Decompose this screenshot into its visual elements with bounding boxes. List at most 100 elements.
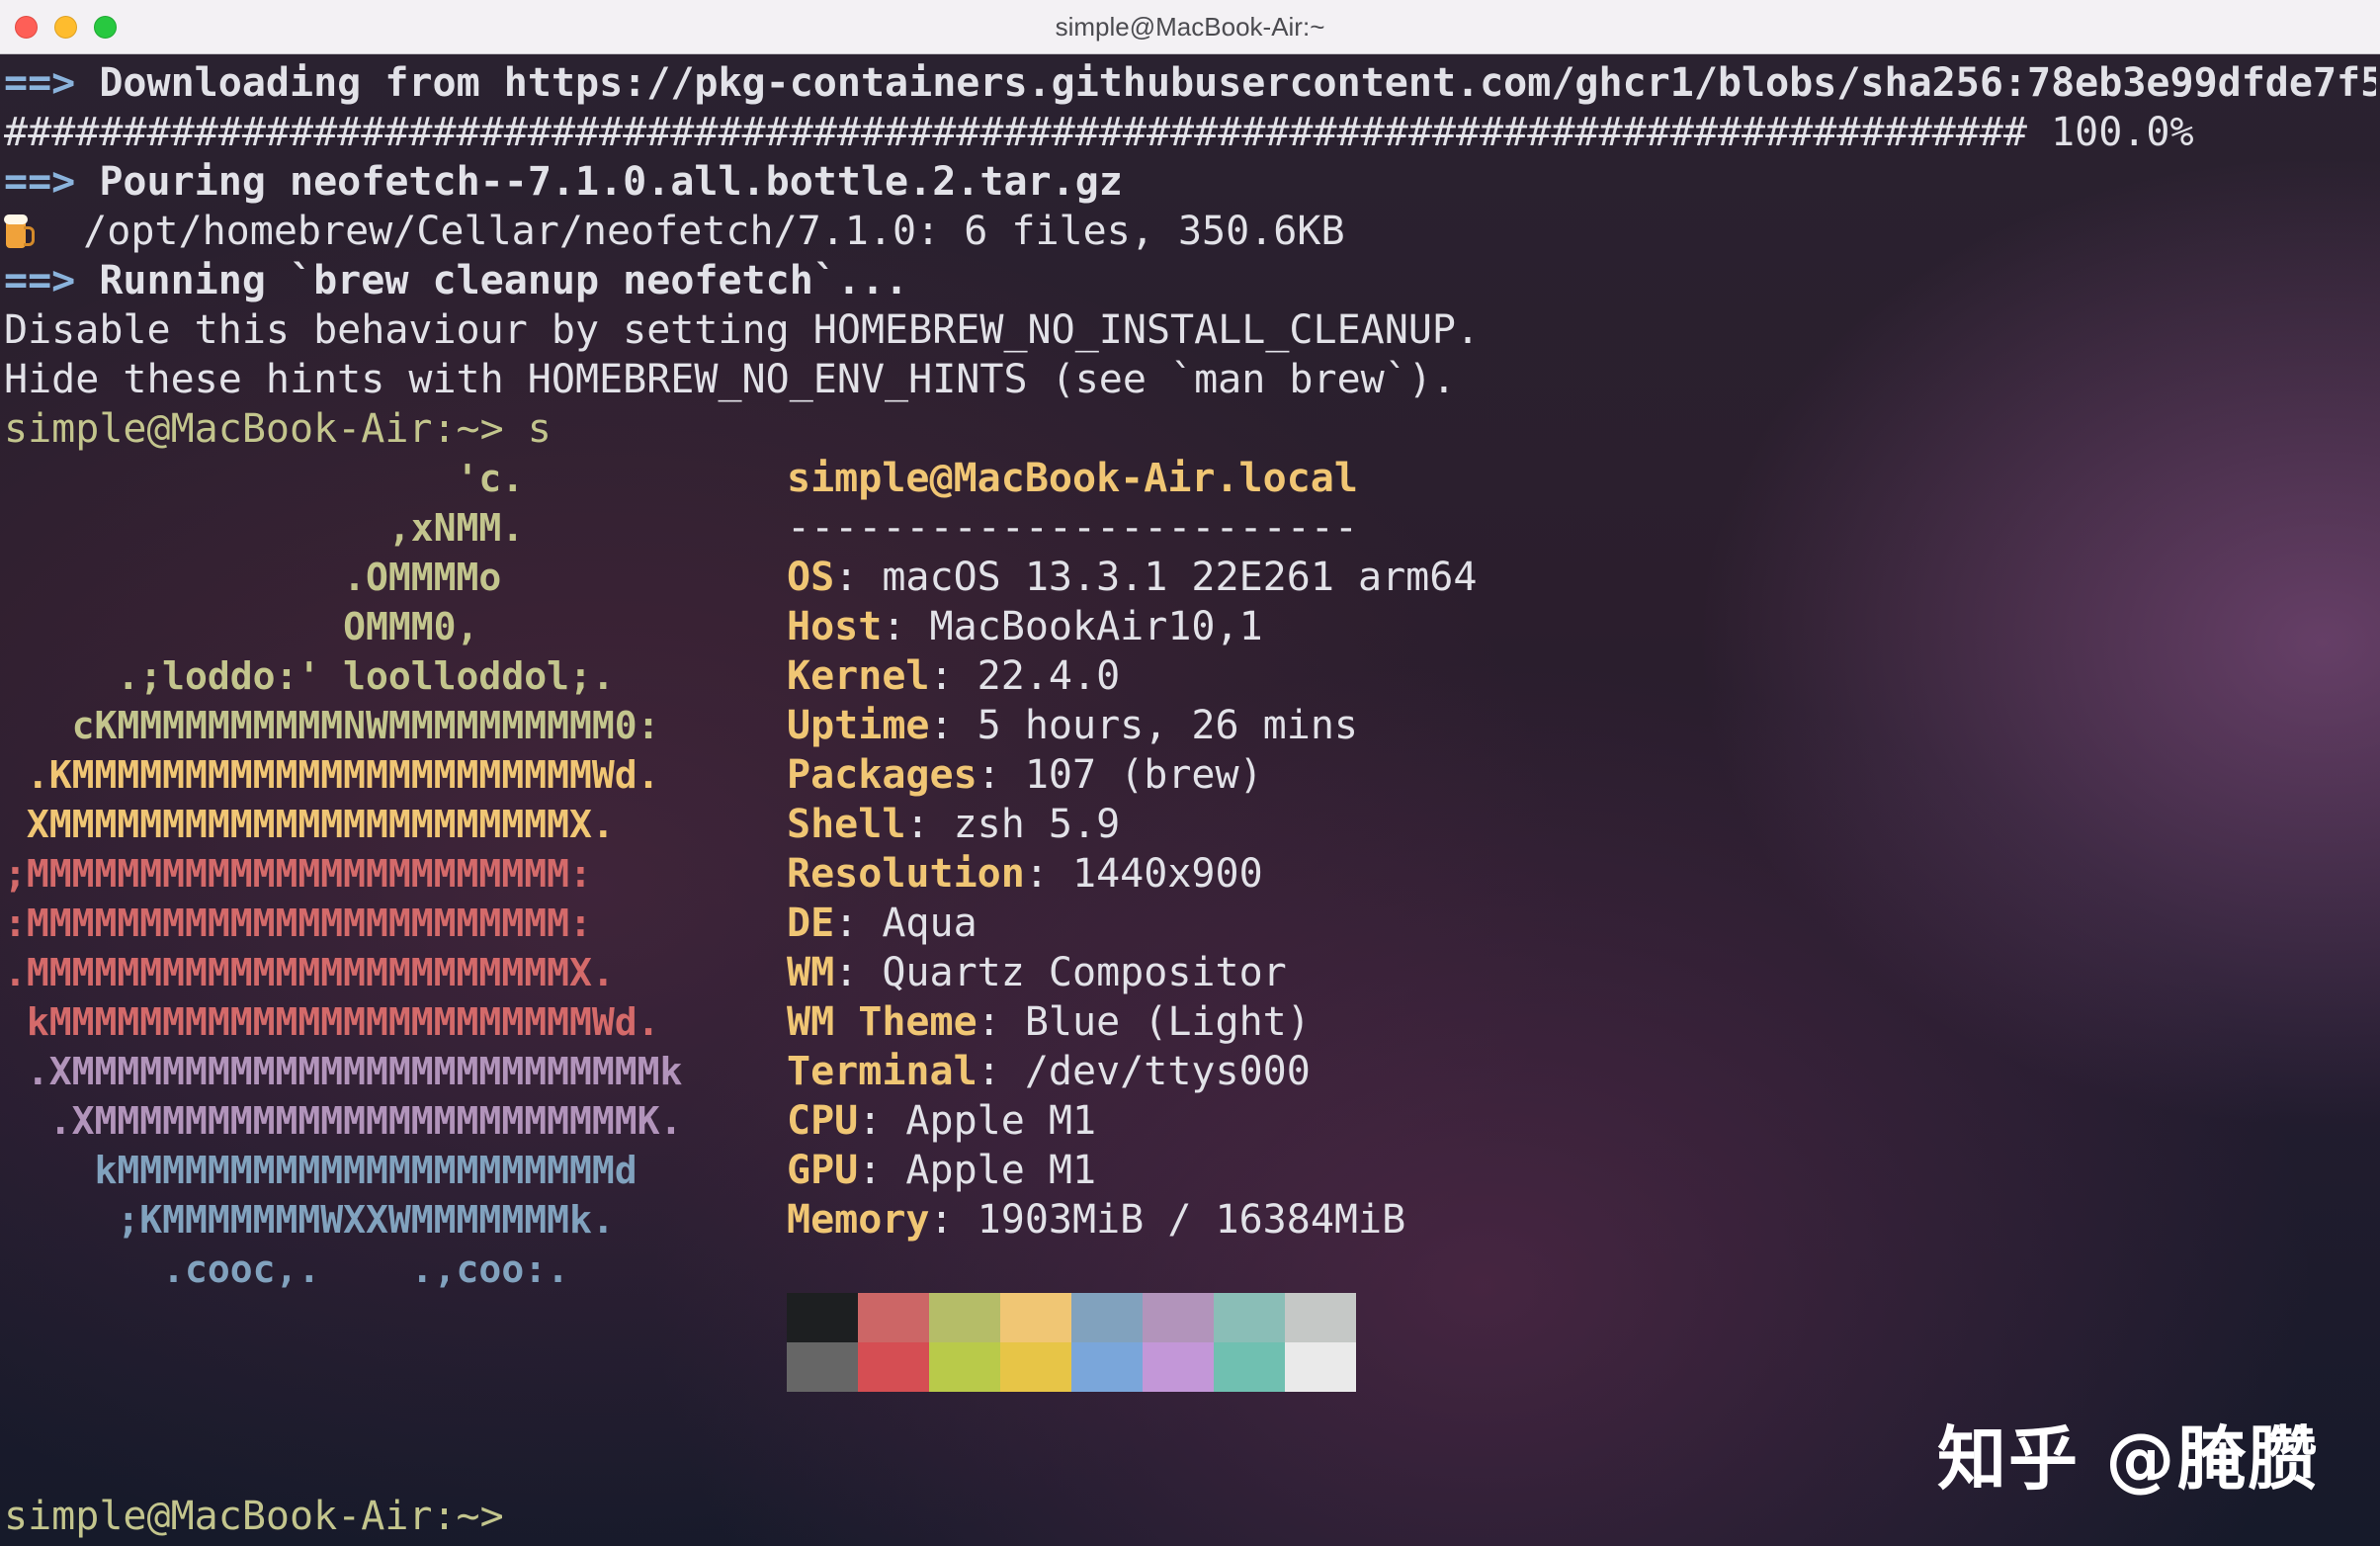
info-value: zsh 5.9 [953,802,1121,847]
info-value: Aqua [882,901,978,946]
info-key: Uptime [787,703,930,748]
shell-prompt-previous: simple@MacBook-Air:~> s [4,406,552,452]
palette-swatch-normal [1143,1293,1214,1342]
neofetch-header-user: simple@MacBook-Air.local [787,454,1775,503]
info-colon: : [858,1148,906,1193]
info-key: Kernel [787,653,930,699]
info-key: Memory [787,1197,930,1243]
pour-text: Pouring neofetch--7.1.0.all.bottle.2.tar… [99,159,1123,205]
info-value: 107 (brew) [1024,752,1263,798]
info-value: 1903MiB / 16384MiB [977,1197,1406,1243]
info-key: WM Theme [787,999,978,1045]
info-colon: : [834,901,883,946]
info-key: Shell [787,802,906,847]
logo-line: .OMMMMo [4,556,502,599]
palette-swatch-bright [1143,1342,1214,1392]
installed-line: /opt/homebrew/Cellar/neofetch/7.1.0: 6 f… [4,207,2376,256]
logo-line: kMMMMMMMMMMMMMMMMMMMMMMMMWd. [4,1000,660,1044]
palette-swatch-normal [858,1293,929,1342]
palette-swatch-bright [929,1342,1000,1392]
progress-bar-line: ########################################… [4,110,2194,155]
terminal-window: simple@MacBook-Air:~ ==> Downloading fro… [0,0,2380,1546]
info-row: Memory: 1903MiB / 16384MiB [787,1195,1775,1245]
info-value: macOS 13.3.1 22E261 arm64 [882,555,1478,600]
info-row: Uptime: 5 hours, 26 mins [787,701,1775,750]
info-row: WM: Quartz Compositor [787,948,1775,997]
zhihu-watermark: 知乎 @腌臜 [1937,1418,2320,1500]
logo-line: ;MMMMMMMMMMMMMMMMMMMMMMMM: [4,852,592,896]
info-colon: : [834,950,883,995]
color-palette [787,1293,1356,1392]
info-key: GPU [787,1148,859,1193]
cleanup-line: ==> Running `brew cleanup neofetch`... [4,256,2376,305]
info-value: Blue (Light) [1024,999,1311,1045]
info-value: Apple M1 [905,1098,1097,1144]
info-colon: : [977,999,1025,1045]
window-title: simple@MacBook-Air:~ [1055,12,1325,42]
info-value: 22.4.0 [977,653,1121,699]
palette-swatch-normal [929,1293,1000,1342]
info-colon: : [929,703,978,748]
logo-line: :MMMMMMMMMMMMMMMMMMMMMMMM: [4,902,592,945]
info-key: CPU [787,1098,859,1144]
info-row: DE: Aqua [787,899,1775,948]
info-key: DE [787,901,835,946]
palette-swatch-normal [1071,1293,1143,1342]
info-key: Packages [787,752,978,798]
logo-line: .MMMMMMMMMMMMMMMMMMMMMMMMX. [4,951,615,994]
hint-env-line: Hide these hints with HOMEBREW_NO_ENV_HI… [4,357,1457,402]
palette-swatch-bright [1000,1342,1071,1392]
palette-swatch-bright [1214,1342,1285,1392]
info-key: Host [787,604,883,649]
info-colon: : [1024,851,1072,897]
arrow-marker: ==> [4,258,76,303]
info-row: OS: macOS 13.3.1 22E261 arm64 [787,553,1775,602]
info-key: OS [787,555,835,600]
info-key: Resolution [787,851,1025,897]
download-line: ==> Downloading from https://pkg-contain… [4,58,2376,108]
logo-line: .KMMMMMMMMMMMMMMMMMMMMMMMWd. [4,753,660,797]
logo-line: kMMMMMMMMMMMMMMMMMMMMMMd [4,1149,638,1192]
info-row: Resolution: 1440x900 [787,849,1775,899]
arrow-marker: ==> [4,60,76,106]
palette-swatch-normal [1285,1293,1356,1342]
palette-swatch-bright [1071,1342,1143,1392]
logo-line: ;KMMMMMMMWXXWMMMMMMMk. [4,1198,615,1242]
info-colon: : [858,1098,906,1144]
logo-line: XMMMMMMMMMMMMMMMMMMMMMMMX. [4,803,615,846]
logo-line: OMMM0, [4,605,479,648]
info-value: Apple M1 [905,1148,1097,1193]
info-colon: : [977,752,1025,798]
info-colon: : [929,1197,978,1243]
palette-swatch-bright [858,1342,929,1392]
download-text: Downloading from https://pkg-containers.… [99,60,2376,106]
palette-swatch-bright [787,1342,858,1392]
info-value: 1440x900 [1072,851,1263,897]
arrow-marker: ==> [4,159,76,205]
palette-swatch-normal [1000,1293,1071,1342]
terminal-output[interactable]: ==> Downloading from https://pkg-contain… [4,58,2376,454]
info-colon: : [929,653,978,699]
info-colon: : [834,555,883,600]
installed-path: /opt/homebrew/Cellar/neofetch/7.1.0: 6 f… [83,209,1345,254]
palette-swatch-bright [1285,1342,1356,1392]
info-row: WM Theme: Blue (Light) [787,997,1775,1047]
cleanup-text: Running `brew cleanup neofetch`... [99,258,909,303]
info-value: /dev/ttys000 [1024,1049,1311,1094]
info-key: Terminal [787,1049,978,1094]
info-row: Terminal: /dev/ttys000 [787,1047,1775,1096]
info-colon: : [882,604,930,649]
palette-swatch-normal [787,1293,858,1342]
info-row: Host: MacBookAir10,1 [787,602,1775,651]
palette-swatch-normal [1214,1293,1285,1342]
info-row: CPU: Apple M1 [787,1096,1775,1146]
logo-line: .XMMMMMMMMMMMMMMMMMMMMMMMMMMk [4,1050,683,1093]
title-bar[interactable]: simple@MacBook-Air:~ [0,0,2380,54]
logo-line: ,xNMM. [4,506,525,550]
info-row: Kernel: 22.4.0 [787,651,1775,701]
beer-mug-icon [4,213,35,250]
pour-line: ==> Pouring neofetch--7.1.0.all.bottle.2… [4,157,2376,207]
logo-line: .cooc,. .,coo:. [4,1247,569,1291]
hint-cleanup-line: Disable this behaviour by setting HOMEBR… [4,307,1481,353]
user-host-label: simple@MacBook-Air.local [787,456,1358,501]
